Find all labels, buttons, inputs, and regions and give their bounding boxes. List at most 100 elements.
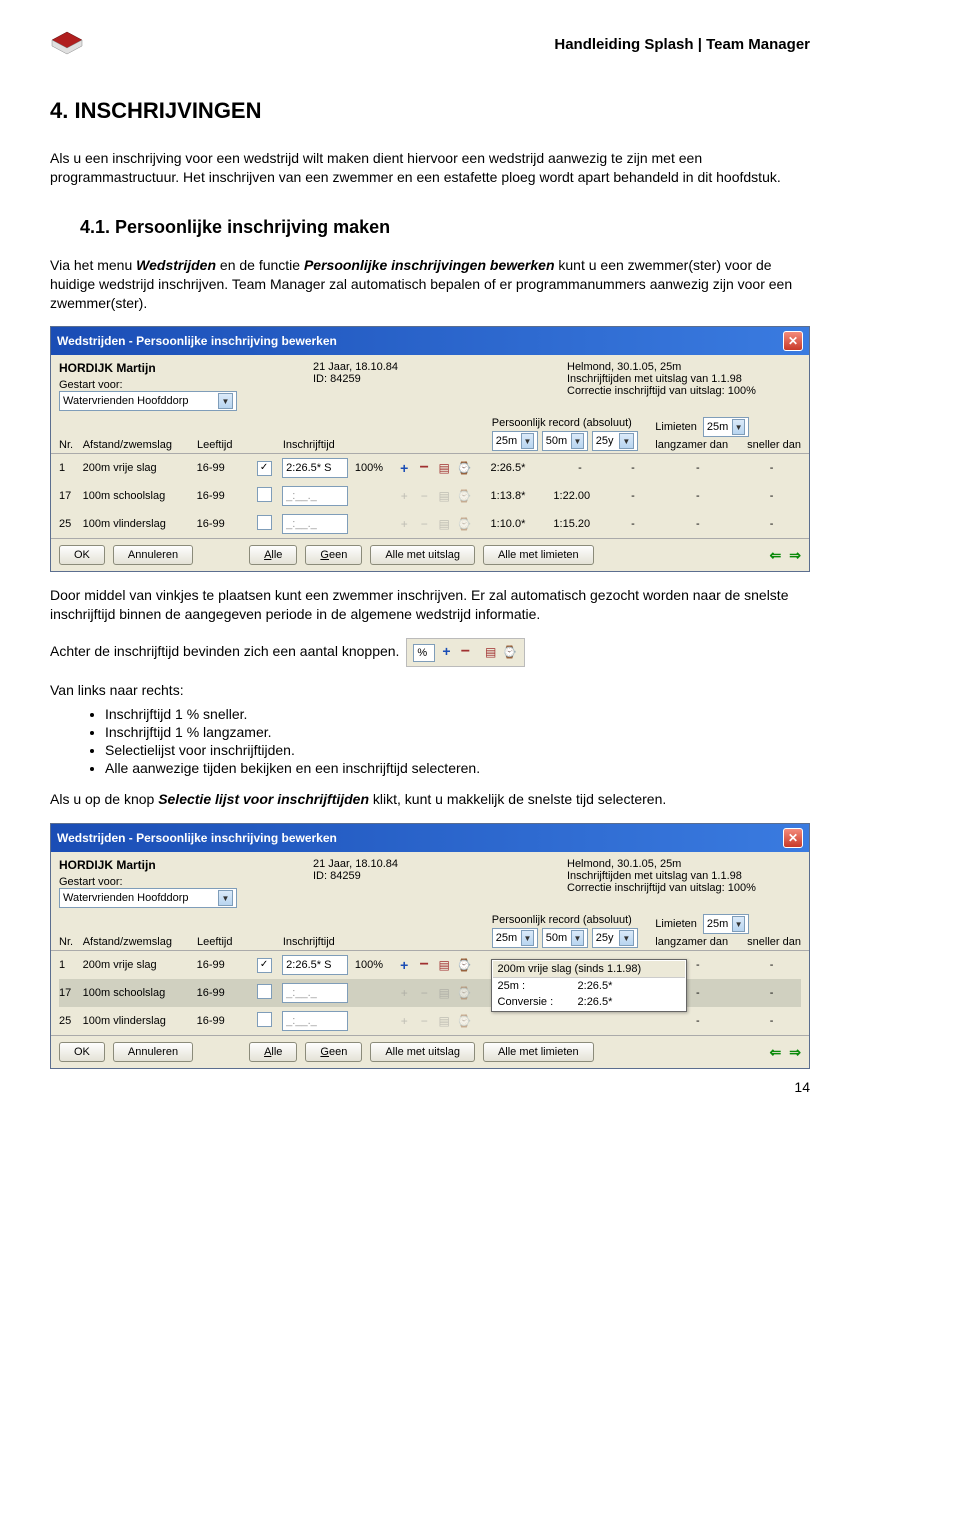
- table-row[interactable]: 17 100m schoolslag 16-99 _:__._ + − ▤ ⌚ …: [59, 482, 801, 510]
- none-button[interactable]: Geen: [305, 1042, 362, 1062]
- close-icon[interactable]: ✕: [783, 828, 803, 848]
- correction-line: Correctie inschrijftijd van uitslag: 100…: [567, 882, 801, 894]
- ok-button[interactable]: OK: [59, 1042, 105, 1062]
- entrytime-input[interactable]: 2:26.5* S: [282, 955, 348, 975]
- slower-icon: −: [416, 488, 432, 504]
- all-result-button[interactable]: Alle met uitslag: [370, 1042, 475, 1062]
- row-checkbox[interactable]: [257, 487, 272, 502]
- table-row[interactable]: 17 100m schoolslag 16-99 _:__._ + − ▤ ⌚ …: [59, 979, 801, 1007]
- clock-icon[interactable]: ⌚: [456, 460, 472, 476]
- next-icon[interactable]: ⇒: [789, 547, 801, 564]
- entrytime-input[interactable]: _:__._: [282, 486, 348, 506]
- clock-icon: ⌚: [456, 488, 472, 504]
- ok-button[interactable]: OK: [59, 545, 105, 565]
- slower-icon[interactable]: −: [457, 644, 473, 660]
- all-button[interactable]: Alle: [249, 1042, 297, 1062]
- hdr-age: Leeftijd: [197, 439, 251, 451]
- all-result-button[interactable]: Alle met uitslag: [370, 545, 475, 565]
- entrytime-input[interactable]: _:__._: [282, 983, 348, 1003]
- chevron-down-icon[interactable]: ▼: [571, 930, 584, 946]
- chevron-down-icon[interactable]: ▼: [218, 890, 233, 906]
- clock-icon[interactable]: ⌚: [502, 644, 518, 660]
- doc-header: Handleiding Splash | Team Manager: [50, 30, 810, 58]
- pr-25y-combo[interactable]: 25y▼: [592, 431, 638, 451]
- window-title: Wedstrijden - Persoonlijke inschrijving …: [57, 831, 337, 845]
- doc-title: Handleiding Splash | Team Manager: [554, 36, 810, 53]
- button-bar: OK Annuleren Alle Geen Alle met uitslag …: [51, 1035, 809, 1068]
- chevron-down-icon[interactable]: ▼: [619, 433, 634, 449]
- grid-header: Nr. Afstand/zwemslag Leeftijd Inschrijft…: [51, 413, 809, 454]
- faster-icon: +: [396, 488, 412, 504]
- pr-25m-combo[interactable]: 25m▼: [492, 928, 538, 948]
- chevron-down-icon[interactable]: ▼: [218, 393, 233, 409]
- slower-icon[interactable]: −: [416, 460, 432, 476]
- all-limit-button[interactable]: Alle met limieten: [483, 545, 594, 565]
- all-button[interactable]: AAllelle: [249, 545, 297, 565]
- limits-course-combo[interactable]: 25m▼: [703, 914, 749, 934]
- row-checkbox[interactable]: ✓: [257, 958, 272, 973]
- prev-icon[interactable]: ⇐: [770, 1044, 782, 1061]
- chevron-down-icon[interactable]: ▼: [521, 433, 534, 449]
- pr-50m-combo[interactable]: 50m▼: [542, 431, 588, 451]
- hdr-slower: langzamer dan: [655, 936, 728, 948]
- grid-body: 1 200m vrije slag 16-99 ✓ 2:26.5* S 100%…: [51, 951, 809, 1035]
- table-row[interactable]: 1 200m vrije slag 16-99 ✓ 2:26.5* S 100%…: [59, 951, 801, 979]
- chevron-down-icon[interactable]: ▼: [521, 930, 534, 946]
- timelist-icon[interactable]: ▤: [436, 957, 452, 973]
- entrytime-input[interactable]: _:__._: [282, 1011, 348, 1031]
- hdr-faster: sneller dan: [747, 439, 801, 451]
- swimmer-name: HORDIJK Martijn: [59, 858, 293, 872]
- chevron-down-icon[interactable]: ▼: [732, 419, 745, 435]
- club-combo[interactable]: Watervrienden Hoofddorp▼: [59, 888, 237, 908]
- hdr-limits: Limieten: [655, 421, 697, 433]
- paragraph-buttons: Achter de inschrijftijd bevinden zich ee…: [50, 638, 810, 667]
- entrytimes-line: Inschrijftijden met uitslag van 1.1.98: [567, 870, 801, 882]
- all-limit-button[interactable]: Alle met limieten: [483, 1042, 594, 1062]
- row-checkbox[interactable]: [257, 1012, 272, 1027]
- limits-course-combo[interactable]: 25m▼: [703, 417, 749, 437]
- paragraph-selectionlist: Als u op de knop Selectie lijst voor ins…: [50, 790, 810, 809]
- id-line: ID: 84259: [313, 870, 547, 882]
- timelist-icon[interactable]: ▤: [483, 644, 499, 660]
- pr-50m-combo[interactable]: 50m▼: [542, 928, 588, 948]
- pr-25m-combo[interactable]: 25m▼: [492, 431, 538, 451]
- meet-line: Helmond, 30.1.05, 25m: [567, 858, 801, 870]
- club-combo[interactable]: Watervrienden Hoofddorp▼: [59, 391, 237, 411]
- clock-icon: ⌚: [456, 985, 472, 1001]
- clock-icon[interactable]: ⌚: [456, 957, 472, 973]
- faster-icon[interactable]: +: [438, 643, 454, 659]
- next-icon[interactable]: ⇒: [789, 1044, 801, 1061]
- row-checkbox[interactable]: [257, 984, 272, 999]
- cancel-button[interactable]: Annuleren: [113, 1042, 193, 1062]
- titlebar: Wedstrijden - Persoonlijke inschrijving …: [51, 824, 809, 852]
- popup-title: 200m vrije slag (sinds 1.1.98): [493, 961, 685, 978]
- row-checkbox[interactable]: [257, 515, 272, 530]
- table-row[interactable]: 1 200m vrije slag 16-99 ✓ 2:26.5* S 100%…: [59, 454, 801, 482]
- entrytime-input[interactable]: _:__._: [282, 514, 348, 534]
- page-number: 14: [50, 1079, 810, 1095]
- clock-icon: ⌚: [456, 516, 472, 532]
- row-checkbox[interactable]: ✓: [257, 461, 272, 476]
- correction-line: Correctie inschrijftijd van uitslag: 100…: [567, 385, 801, 397]
- chevron-down-icon[interactable]: ▼: [619, 930, 634, 946]
- grid-body: 1 200m vrije slag 16-99 ✓ 2:26.5* S 100%…: [51, 454, 809, 538]
- hdr-entrytime: Inschrijftijd: [283, 439, 350, 451]
- entrytime-input[interactable]: 2:26.5* S: [282, 458, 348, 478]
- titlebar: Wedstrijden - Persoonlijke inschrijving …: [51, 327, 809, 355]
- timelist-icon[interactable]: ▤: [436, 460, 452, 476]
- cancel-button[interactable]: Annuleren: [113, 545, 193, 565]
- chevron-down-icon[interactable]: ▼: [732, 916, 745, 932]
- pr-25y-combo[interactable]: 25y▼: [592, 928, 638, 948]
- table-row[interactable]: 25 100m vlinderslag 16-99 _:__._ + − ▤ ⌚…: [59, 1007, 801, 1035]
- time-popup[interactable]: 200m vrije slag (sinds 1.1.98) 25m :2:26…: [491, 959, 687, 1012]
- prev-icon[interactable]: ⇐: [770, 547, 782, 564]
- slower-icon[interactable]: −: [416, 957, 432, 973]
- close-icon[interactable]: ✕: [783, 331, 803, 351]
- table-row[interactable]: 25 100m vlinderslag 16-99 _:__._ + − ▤ ⌚…: [59, 510, 801, 538]
- hdr-faster: sneller dan: [747, 936, 801, 948]
- faster-icon[interactable]: +: [396, 460, 412, 476]
- chevron-down-icon[interactable]: ▼: [571, 433, 584, 449]
- hdr-nr: Nr.: [59, 936, 77, 948]
- none-button[interactable]: GGeeneen: [305, 545, 362, 565]
- faster-icon[interactable]: +: [396, 957, 412, 973]
